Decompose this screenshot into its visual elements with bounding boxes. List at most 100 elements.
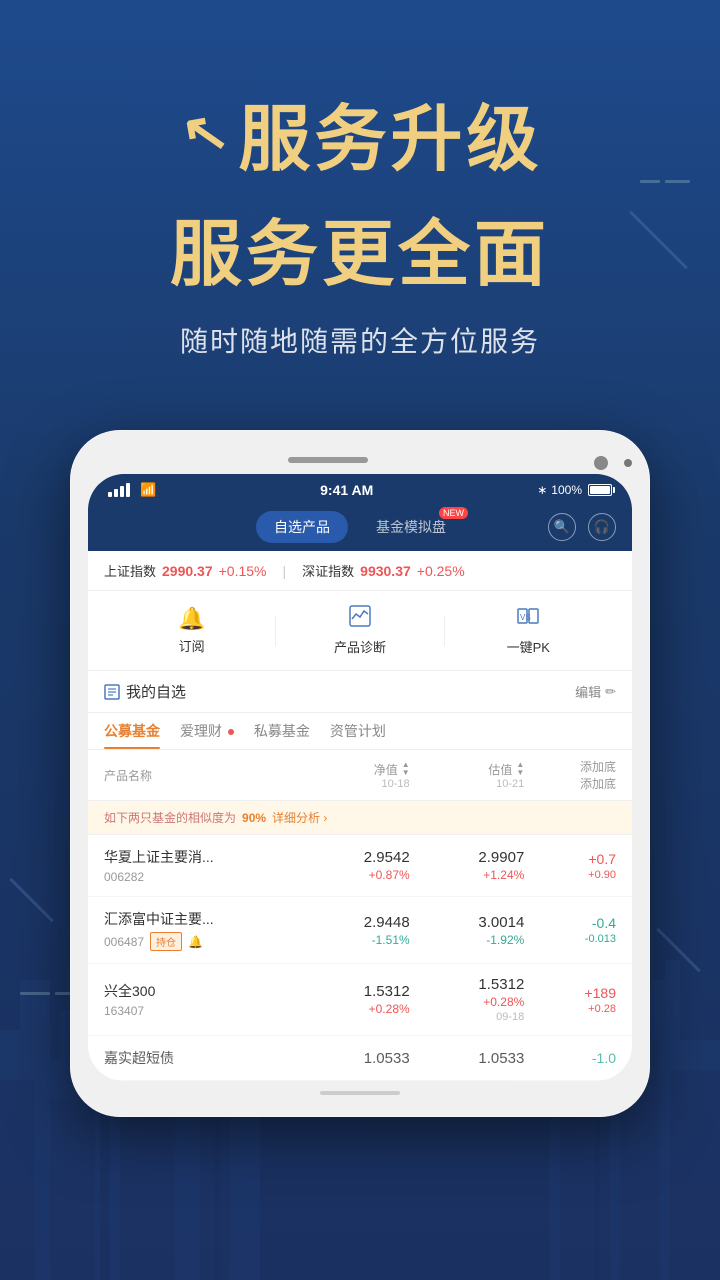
battery-percent: 100% (551, 483, 582, 497)
fund-nav-2: 1.5312 +0.28% (295, 983, 410, 1016)
fund-add-1: -0.4 -0.013 (524, 915, 616, 945)
signal-bar-3 (120, 486, 124, 497)
fund-name-0: 华夏上证主要消... (104, 847, 295, 867)
fund-nav-3: 1.0533 (295, 1050, 410, 1067)
search-icon-btn[interactable]: 🔍 (548, 513, 576, 541)
nav-tab-zixuan[interactable]: 自选产品 (256, 511, 348, 543)
fund-row-0[interactable]: 华夏上证主要消... 006282 2.9542 +0.87% 2.9907 +… (88, 835, 632, 897)
hero-title-text2: 服务更全面 (170, 215, 550, 295)
ticker-value-2: 9930.37 (360, 563, 411, 579)
col-add2-text: 添加底 (580, 775, 616, 792)
col-header-name: 产品名称 (104, 767, 295, 784)
similarity-link[interactable]: 详细分析 › (272, 809, 327, 826)
col-est-date: 10-21 (496, 778, 524, 790)
hero-title-text1: 服务升级 (238, 80, 542, 185)
fund-tab-public[interactable]: 公募基金 (104, 721, 160, 749)
section-title: 我的自选 (104, 681, 186, 702)
fund-name-2: 兴全300 (104, 981, 295, 1001)
fund-row-1[interactable]: 汇添富中证主要... 006487 持仓 🔔 2.9448 -1.51% (88, 897, 632, 964)
home-indicator-area (88, 1081, 632, 1099)
est-value-1: 3.0014 (410, 914, 525, 931)
subscribe-icon: 🔔 (178, 606, 205, 632)
bell-icon-1[interactable]: 🔔 (188, 935, 203, 949)
fund-est-1: 3.0014 -1.92% (410, 914, 525, 947)
fund-add-2: +189 +0.28 (524, 985, 616, 1015)
section-edit[interactable]: 编辑 ✏ (575, 682, 616, 701)
nav-value-1: 2.9448 (295, 914, 410, 931)
battery-icon (588, 484, 612, 496)
section-title-text: 我的自选 (126, 681, 186, 702)
table-header: 产品名称 净值 ▲▼ 10-18 估值 ▲▼ 1 (88, 750, 632, 801)
wifi-icon: 📶 (140, 482, 156, 498)
ticker-label-1: 上证指数 (104, 561, 156, 580)
top-nav: 自选产品 基金模拟盘 NEW 🔍 🎧 (88, 503, 632, 551)
fund-name-1: 汇添富中证主要... (104, 909, 295, 929)
ticker-item-shenzhen2: 深证指数 9930.37 +0.25% (302, 561, 465, 580)
add-value-3: -1.0 (524, 1050, 616, 1066)
hold-badge-1: 持仓 (150, 932, 182, 951)
fund-tab-wealth[interactable]: 爱理财 (180, 721, 234, 749)
nav-change-1: -1.51% (295, 933, 410, 947)
phone-sensors (88, 448, 632, 474)
similarity-notice: 如下两只基金的相似度为 90% 详细分析 › (88, 801, 632, 835)
section-header: 我的自选 编辑 ✏ (88, 671, 632, 713)
ticker-change-1: +0.15% (219, 563, 267, 579)
fund-info-3: 嘉实超短债 (104, 1048, 295, 1068)
fund-tab-asset[interactable]: 资管计划 (330, 721, 386, 749)
edit-icon: ✏ (605, 684, 616, 700)
col-nav-text: 净值 (374, 761, 398, 778)
est-value-2: 1.5312 (410, 976, 525, 993)
est-change-2: +0.28% (410, 995, 525, 1009)
col-header-nav[interactable]: 净值 ▲▼ 10-18 (295, 761, 410, 790)
hero-title-line1: ↗ 服务升级 (40, 80, 680, 185)
headset-icon-btn[interactable]: 🎧 (588, 513, 616, 541)
fund-code-2: 163407 (104, 1004, 144, 1018)
star-icon (104, 684, 120, 700)
fund-name-3: 嘉实超短债 (104, 1048, 295, 1068)
col-header-add: 添加底 添加底 (524, 758, 616, 792)
sort-arrows-nav: ▲▼ (402, 761, 410, 777)
fund-tab-wealth-label: 爱理财 (180, 723, 222, 739)
ticker-item-shenzhen: 上证指数 2990.37 +0.15% (104, 561, 267, 580)
fund-row-3[interactable]: 嘉实超短债 1.0533 1.0533 -1.0 (88, 1036, 632, 1081)
diagnose-icon (349, 605, 371, 633)
ticker-label-2: 深证指数 (302, 561, 354, 580)
fund-code-1: 006487 (104, 935, 144, 949)
similarity-text: 如下两只基金的相似度为 (104, 809, 236, 826)
section-edit-label: 编辑 (575, 682, 601, 701)
signal-bar-1 (108, 492, 112, 497)
action-subscribe[interactable]: 🔔 订阅 (108, 606, 275, 655)
home-indicator (320, 1091, 400, 1095)
new-badge: NEW (439, 507, 468, 519)
phone-sensor (624, 459, 632, 467)
est-value-0: 2.9907 (410, 849, 525, 866)
add-sub-0: +0.90 (524, 869, 616, 881)
signal-bar-4 (126, 483, 130, 497)
action-pk[interactable]: VS 一键PK (445, 605, 612, 656)
col-header-est[interactable]: 估值 ▲▼ 10-21 (410, 761, 525, 790)
wealth-dot-badge (228, 729, 234, 735)
nav-tab-jijin-label: 基金模拟盘 (376, 519, 446, 535)
hero-section: ↗ 服务升级 服务更全面 随时随地随需的全方位服务 (0, 0, 720, 430)
hero-subtitle: 随时随地随需的全方位服务 (40, 320, 680, 360)
est-value-3: 1.0533 (410, 1050, 525, 1067)
status-bar: 📶 9:41 AM ∗ 100% (88, 474, 632, 503)
nav-value-3: 1.0533 (295, 1050, 410, 1067)
fund-est-2: 1.5312 +0.28% 09-18 (410, 976, 525, 1023)
add-value-1: -0.4 (524, 915, 616, 931)
col-nav-date: 10-18 (382, 778, 410, 790)
signal-area: 📶 (108, 482, 156, 498)
fund-tab-public-label: 公募基金 (104, 723, 160, 739)
fund-tab-private-label: 私募基金 (254, 723, 310, 739)
est-change-0: +1.24% (410, 868, 525, 882)
ticker-divider: | (283, 563, 287, 579)
add-value-0: +0.7 (524, 851, 616, 867)
action-diagnose[interactable]: 产品诊断 (276, 605, 443, 656)
fund-tab-private[interactable]: 私募基金 (254, 721, 310, 749)
fund-row-2[interactable]: 兴全300 163407 1.5312 +0.28% 1.5312 +0.28% (88, 964, 632, 1036)
ticker-value-1: 2990.37 (162, 563, 213, 579)
signal-bar-2 (114, 489, 118, 497)
diagnose-label: 产品诊断 (334, 637, 386, 656)
col-est-text: 估值 (488, 761, 512, 778)
col-add-text: 添加底 (580, 758, 616, 775)
